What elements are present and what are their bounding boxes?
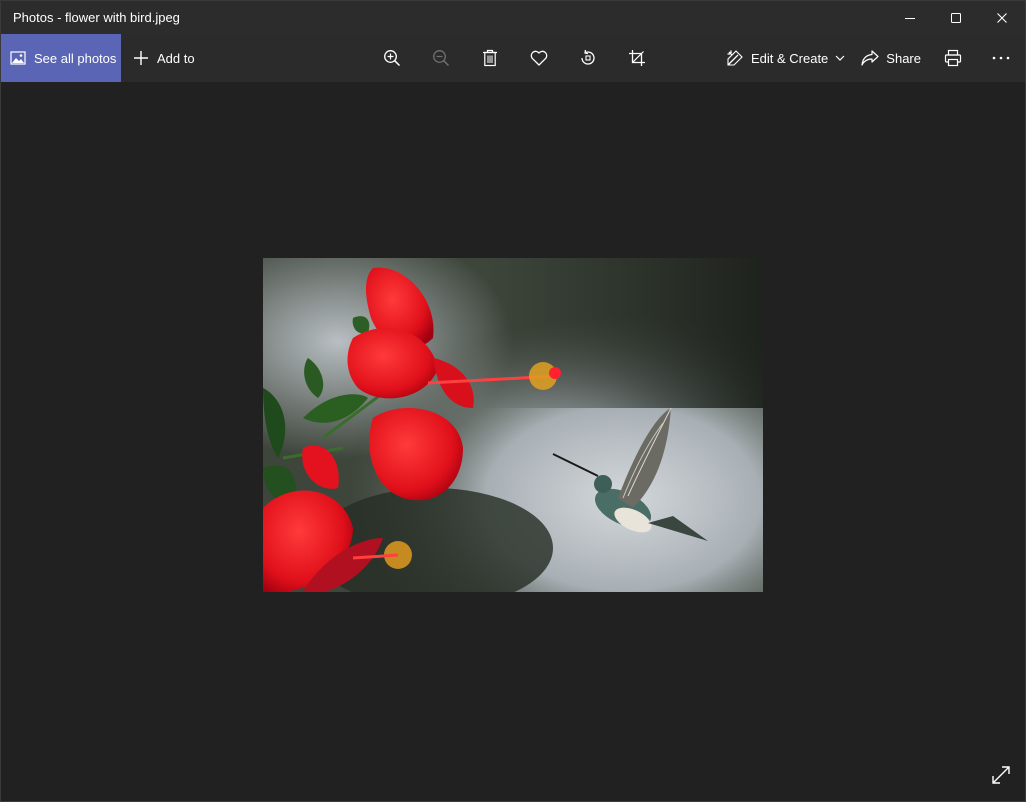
hummingbird-hibiscus-picture (263, 258, 763, 592)
photos-window: Photos - flower with bird.jpeg See all p… (0, 0, 1026, 802)
edit-icon (727, 50, 743, 66)
print-button[interactable] (929, 34, 977, 82)
plus-icon (134, 51, 148, 65)
see-all-photos-button[interactable]: See all photos (1, 34, 121, 82)
zoom-in-icon (383, 50, 400, 67)
maximize-button[interactable] (933, 1, 979, 34)
add-to-button[interactable]: Add to (125, 34, 203, 82)
image-tools (367, 34, 661, 82)
command-bar: See all photos Add to Edit & Create Shar… (1, 34, 1025, 82)
zoom-in-button[interactable] (367, 34, 416, 82)
favorite-button[interactable] (514, 34, 563, 82)
share-button[interactable]: Share (853, 34, 929, 82)
title-bar: Photos - flower with bird.jpeg (1, 1, 1025, 34)
more-icon (992, 56, 1010, 60)
fullscreen-button[interactable] (987, 761, 1015, 789)
edit-create-label: Edit & Create (750, 50, 829, 66)
zoom-out-button[interactable] (416, 34, 465, 82)
rotate-icon (580, 49, 595, 65)
share-icon (861, 50, 879, 66)
chevron-down-icon (835, 55, 845, 61)
add-to-label: Add to (157, 50, 195, 66)
heart-icon (530, 50, 547, 66)
close-icon (997, 12, 1007, 23)
minimize-button[interactable] (887, 1, 933, 34)
minimize-icon (905, 17, 915, 19)
image-viewer (1, 82, 1025, 801)
edit-create-button[interactable]: Edit & Create (718, 34, 853, 82)
photo-image[interactable] (263, 258, 763, 592)
print-icon (944, 49, 962, 67)
window-title: Photos - flower with bird.jpeg (13, 10, 180, 25)
delete-button[interactable] (465, 34, 514, 82)
window-controls (887, 1, 1025, 34)
close-button[interactable] (979, 1, 1025, 34)
zoom-out-icon (432, 50, 449, 67)
expand-icon (992, 766, 1010, 784)
share-label: Share (886, 50, 921, 66)
maximize-icon (951, 12, 961, 23)
see-all-photos-label: See all photos (34, 50, 117, 66)
delete-icon (482, 49, 497, 67)
more-options-button[interactable] (977, 34, 1025, 82)
crop-icon (628, 50, 645, 66)
rotate-button[interactable] (563, 34, 612, 82)
gallery-icon (10, 51, 26, 65)
crop-button[interactable] (612, 34, 661, 82)
right-tools: Edit & Create Share (718, 34, 1025, 82)
